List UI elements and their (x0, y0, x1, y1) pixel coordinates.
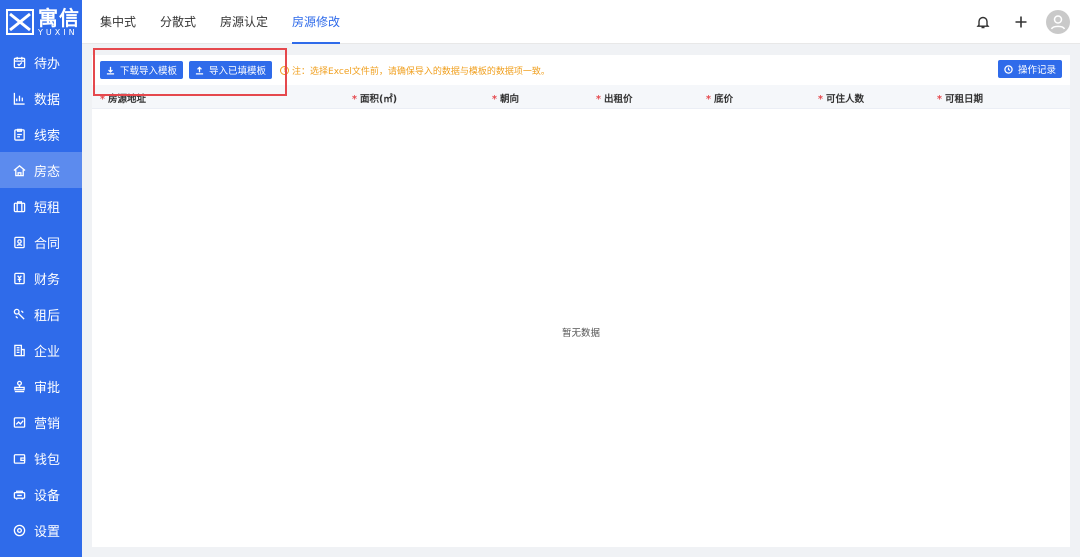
sidebar-item-label: 财务 (34, 272, 61, 288)
sidebar-item-label: 设备 (34, 488, 61, 504)
clipboard-icon (12, 127, 26, 141)
sidebar-item-data[interactable]: 数据 (0, 80, 82, 116)
sidebar-item-settings[interactable]: 设置 (0, 512, 82, 548)
top-header: 集中式 分散式 房源认定 房源修改 (82, 0, 1080, 44)
toolbar: 下载导入模板 导入已填模板 ! 注：选择Excel文件前，请确保导入的数据与模板… (92, 55, 1070, 85)
tab-listing-modification[interactable]: 房源修改 (292, 0, 341, 44)
sidebar-item-label: 合同 (34, 236, 61, 252)
suitcase-icon (12, 199, 26, 213)
tab-centralized[interactable]: 集中式 (100, 0, 136, 44)
download-icon (106, 66, 115, 75)
operation-log-button[interactable]: 操作记录 (997, 60, 1062, 78)
plus-icon[interactable] (1010, 11, 1032, 33)
brand-name: 寓信 (38, 5, 80, 30)
column-header: * 可住人数 (818, 94, 864, 105)
device-icon (12, 487, 26, 501)
import-filled-template-label: 导入已填模板 (209, 66, 267, 77)
logo: 寓信 YUXIN (0, 0, 82, 44)
sidebar-item-label: 短租 (34, 200, 61, 216)
calendar-icon (12, 55, 26, 69)
sidebar-item-finance[interactable]: 财务 (0, 260, 82, 296)
contract-icon (12, 235, 26, 249)
sidebar-item-leads[interactable]: 线索 (0, 116, 82, 152)
column-header: * 朝向 (492, 94, 519, 105)
sidebar-item-marketing[interactable]: 营销 (0, 404, 82, 440)
operation-log-label: 操作记录 (1017, 65, 1056, 76)
trend-icon (12, 415, 26, 429)
sidebar-item-enterprise[interactable]: 企业 (0, 332, 82, 368)
column-header: * 底价 (706, 94, 733, 105)
bar-chart-icon (12, 91, 26, 105)
sidebar: 寓信 YUXIN 待办 数据 线索 房态 短租 合同 财务 租后 企业 审批 营… (0, 0, 82, 557)
download-template-button[interactable]: 下载导入模板 (100, 61, 184, 79)
sidebar-item-label: 租后 (34, 308, 61, 324)
sidebar-item-contract[interactable]: 合同 (0, 224, 82, 260)
column-header: * 房源地址 (100, 94, 146, 105)
column-header: * 面积(㎡) (352, 94, 398, 105)
sidebar-item-label: 营销 (34, 416, 61, 432)
sidebar-item-approval[interactable]: 审批 (0, 368, 82, 404)
sidebar-item-room-status[interactable]: 房态 (0, 152, 82, 188)
column-header: * 可租日期 (937, 94, 983, 105)
table-header: * 房源地址 * 面积(㎡) * 朝向 * 出租价 * 底价 * 可住人数 * 可租日期 (92, 85, 1070, 109)
sidebar-nav: 待办 数据 线索 房态 短租 合同 财务 租后 企业 审批 营销 钱包 设备 设… (0, 44, 82, 548)
import-note: ! 注：选择Excel文件前，请确保导入的数据与模板的数据项一致。 (280, 64, 550, 77)
header-tabs: 集中式 分散式 房源认定 房源修改 (100, 0, 364, 44)
upload-icon (195, 65, 204, 75)
sidebar-item-device[interactable]: 设备 (0, 476, 82, 512)
sidebar-item-label: 待办 (34, 56, 61, 72)
import-filled-template-button[interactable]: 导入已填模板 (189, 61, 273, 79)
sidebar-item-label: 钱包 (34, 452, 61, 468)
column-header: * 出租价 (596, 94, 633, 105)
import-note-text: 注：选择Excel文件前，请确保导入的数据与模板的数据项一致。 (292, 66, 550, 77)
avatar[interactable] (1046, 9, 1070, 34)
sidebar-item-label: 审批 (34, 380, 61, 396)
clock-icon (1004, 64, 1013, 74)
empty-state-text: 暂无数据 (561, 328, 600, 339)
bell-icon[interactable] (972, 11, 994, 33)
logo-mark-icon (6, 9, 34, 35)
sidebar-item-after-rent[interactable]: 租后 (0, 296, 82, 332)
tab-distributed[interactable]: 分散式 (160, 0, 196, 44)
wallet-icon (12, 451, 26, 465)
sidebar-item-label: 企业 (34, 344, 61, 360)
info-icon: ! (280, 65, 290, 75)
finance-icon (12, 271, 26, 285)
sidebar-item-todo[interactable]: 待办 (0, 44, 82, 80)
download-template-label: 下载导入模板 (120, 66, 178, 77)
sidebar-item-label: 设置 (34, 524, 61, 540)
main-content: 下载导入模板 导入已填模板 ! 注：选择Excel文件前，请确保导入的数据与模板… (92, 55, 1070, 547)
wrench-icon (12, 307, 26, 321)
sidebar-item-label: 数据 (34, 92, 61, 108)
sidebar-item-wallet[interactable]: 钱包 (0, 440, 82, 476)
stamp-icon (12, 379, 26, 393)
building-icon (12, 343, 26, 357)
gear-icon (12, 523, 26, 537)
sidebar-item-label: 房态 (34, 164, 61, 180)
sidebar-item-label: 线索 (34, 128, 61, 144)
tab-listing-verification[interactable]: 房源认定 (220, 0, 268, 44)
brand-name-en: YUXIN (38, 27, 78, 37)
house-icon (12, 163, 26, 177)
sidebar-item-short-rent[interactable]: 短租 (0, 188, 82, 224)
